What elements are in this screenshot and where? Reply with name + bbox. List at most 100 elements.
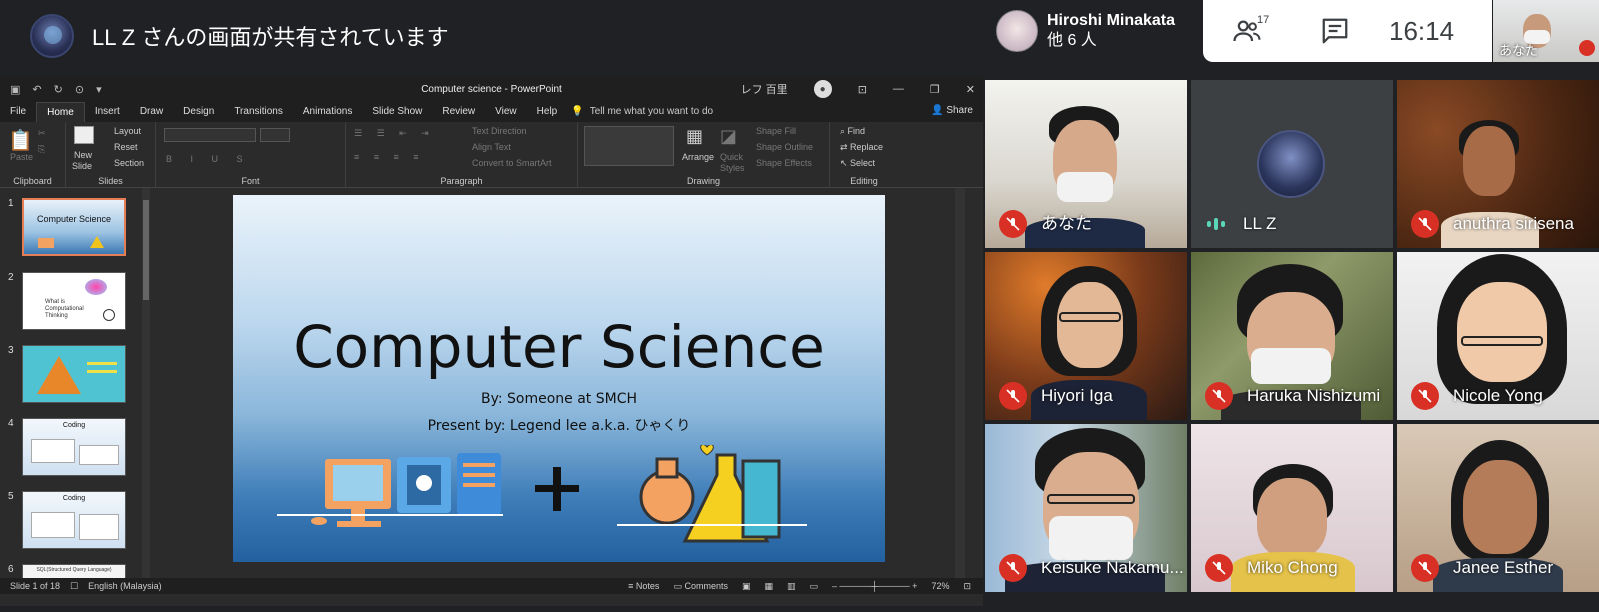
arrange-icon[interactable]: ▦: [686, 126, 703, 147]
tab-review[interactable]: Review: [432, 102, 485, 122]
thumb-number: 6: [8, 564, 14, 575]
fit-slide-icon[interactable]: ⊡: [963, 581, 971, 592]
ribbon-display-icon[interactable]: ⊡: [858, 83, 867, 96]
font-size-select[interactable]: [260, 128, 290, 142]
slide-editor: Computer Science By: Someone at SMCH Pre…: [155, 188, 955, 578]
participant-tile[interactable]: Miko Chong: [1191, 424, 1393, 592]
cut-icon[interactable]: ✂: [38, 128, 46, 139]
slide-thumbnail-2[interactable]: What is Computational Thinking: [22, 272, 126, 330]
font-name-select[interactable]: [164, 128, 256, 142]
slide-thumbnail-4[interactable]: Coding: [22, 418, 126, 476]
tab-view[interactable]: View: [485, 102, 527, 122]
quick-styles-icon[interactable]: ◪: [720, 126, 737, 147]
participants-button[interactable]: 17: [1203, 0, 1291, 62]
participant-tile[interactable]: anuthra sirisena: [1397, 80, 1599, 248]
replace-button[interactable]: ⇄ Replace: [840, 142, 883, 153]
participant-tile[interactable]: Keisuke Nakamu...: [985, 424, 1187, 592]
slide-title[interactable]: Computer Science: [233, 313, 885, 381]
computer-icon: [277, 453, 503, 527]
slide-illustration: [277, 445, 807, 543]
arrange-button[interactable]: Arrange: [682, 152, 714, 162]
scrollbar-thumb[interactable]: [143, 200, 149, 300]
mic-off-icon: [999, 554, 1027, 582]
thumb-title: What is Computational Thinking: [45, 299, 84, 319]
close-icon[interactable]: ✕: [966, 83, 975, 96]
participant-tile[interactable]: LL Z: [1191, 80, 1393, 248]
thumb-title: Coding: [62, 422, 86, 429]
slide-presenter[interactable]: Present by: Legend lee a.k.a. ひゃくり: [233, 415, 885, 435]
tab-home[interactable]: Home: [36, 102, 85, 122]
shape-outline-button[interactable]: Shape Outline: [756, 142, 813, 152]
chat-button[interactable]: [1291, 0, 1379, 62]
account-avatar-icon[interactable]: ●: [813, 80, 832, 98]
zoom-slider[interactable]: – ─────┼───── +: [832, 581, 917, 591]
quick-styles-label[interactable]: Quick: [720, 152, 743, 162]
minimize-icon[interactable]: —: [893, 83, 904, 95]
participant-tile[interactable]: Haruka Nishizumi: [1191, 252, 1393, 420]
spellcheck-icon[interactable]: ☐: [70, 581, 78, 592]
align-text-button[interactable]: Align Text: [472, 142, 511, 152]
new-slide-label-2[interactable]: Slide: [72, 161, 92, 171]
slide-thumbnail-5[interactable]: Coding: [22, 491, 126, 549]
tab-draw[interactable]: Draw: [130, 102, 173, 122]
text-direction-button[interactable]: Text Direction: [472, 126, 527, 136]
share-button[interactable]: 👤 Share: [931, 105, 973, 116]
mic-off-icon: [999, 210, 1027, 238]
font-format-buttons[interactable]: B I U S: [166, 154, 251, 164]
shape-effects-button[interactable]: Shape Effects: [756, 158, 812, 168]
tab-transitions[interactable]: Transitions: [224, 102, 293, 122]
zoom-level[interactable]: 72%: [931, 581, 949, 591]
editing-group: ⌕ Find ⇄ Replace ↖ Select Editing: [830, 122, 898, 188]
current-slide[interactable]: Computer Science By: Someone at SMCH Pre…: [233, 195, 885, 562]
comments-button[interactable]: ▭ Comments: [673, 581, 728, 592]
tab-help[interactable]: Help: [527, 102, 568, 122]
mic-off-icon: [1579, 40, 1595, 56]
section-button[interactable]: Section: [114, 158, 144, 168]
tab-animations[interactable]: Animations: [293, 102, 362, 122]
new-slide-icon[interactable]: [74, 126, 94, 144]
self-view-tile[interactable]: あなた: [1493, 0, 1599, 62]
participant-tile[interactable]: Janee Esther: [1397, 424, 1599, 592]
select-button[interactable]: ↖ Select: [840, 158, 875, 169]
participant-tile[interactable]: あなた: [985, 80, 1187, 248]
participant-tile[interactable]: Hiyori Iga: [985, 252, 1187, 420]
tab-insert[interactable]: Insert: [85, 102, 130, 122]
convert-smartart-button[interactable]: Convert to SmartArt: [472, 158, 552, 168]
tab-file[interactable]: File: [0, 102, 36, 122]
slides-label: Slides: [98, 176, 123, 186]
reading-view-icon[interactable]: ▥: [787, 581, 796, 592]
notes-button[interactable]: ≡ Notes: [628, 581, 659, 591]
language-indicator[interactable]: English (Malaysia): [88, 581, 162, 591]
new-slide-label[interactable]: New: [74, 150, 92, 160]
tab-design[interactable]: Design: [173, 102, 224, 122]
copy-icon[interactable]: ⎘: [38, 144, 45, 155]
share-label: Share: [946, 105, 973, 116]
participant-tile[interactable]: Nicole Yong: [1397, 252, 1599, 420]
slideshow-icon[interactable]: ▭: [810, 581, 819, 592]
slide-thumbnail-3[interactable]: [22, 345, 126, 403]
slide-sorter-icon[interactable]: ▦: [764, 581, 773, 592]
participant-name: Nicole Yong: [1453, 386, 1543, 405]
slide-thumbnail-6[interactable]: SQL(Structured Query Language): [22, 564, 126, 578]
pinned-participant[interactable]: Hiroshi Minakata 他 6 人: [988, 0, 1201, 62]
slide-thumbnail-1[interactable]: Computer Science: [22, 198, 126, 256]
tell-me-search[interactable]: Tell me what you want to do: [590, 102, 713, 122]
shapes-gallery[interactable]: [584, 126, 674, 166]
layout-button[interactable]: Layout: [114, 126, 141, 136]
text-line: [87, 362, 117, 365]
align-buttons[interactable]: ≡ ≡ ≡ ≡: [354, 152, 425, 162]
tab-slide-show[interactable]: Slide Show: [362, 102, 432, 122]
thumbnail-scrollbar[interactable]: [142, 188, 150, 578]
normal-view-icon[interactable]: ▣: [742, 581, 751, 592]
slide-scrollbar[interactable]: [955, 188, 965, 578]
find-button[interactable]: ⌕ Find: [840, 126, 865, 137]
quick-styles-label-2[interactable]: Styles: [720, 163, 745, 173]
shape-fill-button[interactable]: Shape Fill: [756, 126, 796, 136]
thumb-number: 3: [8, 345, 14, 356]
paste-icon[interactable]: 📋: [8, 128, 33, 153]
account-name: レフ 百里: [740, 84, 788, 96]
slide-subtitle[interactable]: By: Someone at SMCH: [233, 391, 885, 407]
restore-icon[interactable]: ❐: [930, 83, 940, 96]
list-buttons[interactable]: ☰ ☰ ⇤ ⇥: [354, 128, 435, 139]
reset-button[interactable]: Reset: [114, 142, 138, 152]
